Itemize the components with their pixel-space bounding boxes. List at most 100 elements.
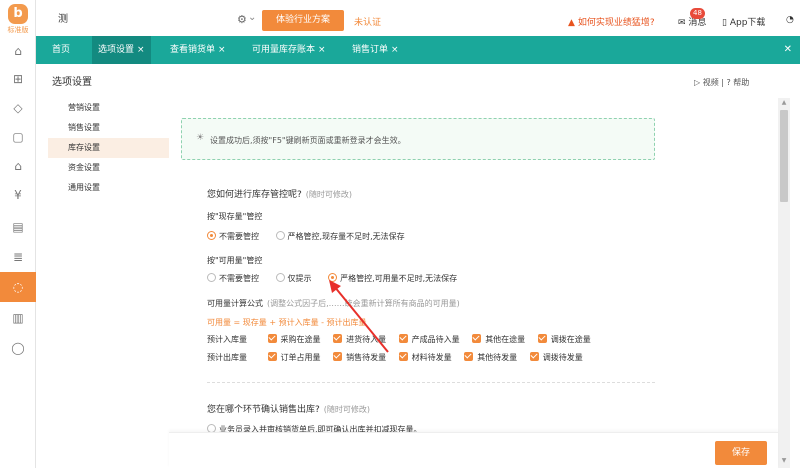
close-all-tabs-icon[interactable]: ✕	[784, 36, 792, 64]
formula-hint: (调整公式因子后,……统会重新计算所有商品的可用量)	[267, 299, 460, 308]
outbound-option[interactable]: 其他待发量	[464, 352, 517, 363]
section-divider	[207, 382, 655, 383]
nav-sales-settings[interactable]: 销售设置	[48, 118, 169, 138]
tab-label: 销售订单	[352, 45, 389, 55]
settings-content: ☀ 设置成功后,须按"F5"键刷新页面或重新登录才会生效。 您如何进行库存管控呢…	[169, 98, 777, 468]
play-icon[interactable]: ▷	[694, 78, 703, 87]
radio-selected[interactable]	[207, 231, 216, 240]
available-option-strict[interactable]: 严格管控,可用量不足时,无法保存	[328, 273, 457, 284]
inbound-option[interactable]: 进货待入量	[333, 334, 386, 345]
tab-sales-order[interactable]: 销售订单 ×	[346, 36, 405, 64]
inbound-option[interactable]: 产成品待入量	[398, 334, 460, 345]
question-text: 您在哪个环节确认销售出库?	[207, 405, 320, 415]
checkbox-checked[interactable]	[537, 334, 547, 343]
close-icon[interactable]: ×	[391, 45, 399, 55]
messages-label: 消息	[688, 18, 707, 28]
radio-unselected[interactable]	[275, 273, 285, 282]
inbound-option[interactable]: 采购在途量	[267, 334, 321, 345]
money-icon[interactable]: ¥	[0, 180, 36, 210]
radio-selected[interactable]	[328, 273, 338, 282]
option-label: 调拨待发量	[542, 353, 583, 362]
tab-home[interactable]: 首页	[46, 36, 76, 64]
scroll-down-icon[interactable]: ▼	[778, 456, 790, 466]
bag-icon[interactable]: ▢	[0, 122, 36, 152]
clipboard-icon[interactable]: ▤	[0, 212, 36, 242]
help-link[interactable]: 帮助	[733, 78, 749, 87]
close-icon[interactable]: ×	[318, 45, 326, 55]
outbound-row: 预计出库量 订单占用量 销售待发量 材料待发量 其他待发量 调拨待发量	[207, 352, 593, 363]
inbound-option[interactable]: 其他在途量	[472, 334, 525, 345]
uncertified-link[interactable]: 未认证	[354, 15, 381, 28]
tab-label: 选项设置	[98, 45, 135, 55]
nav-funds-settings[interactable]: 资金设置	[48, 158, 169, 178]
tab-view-sales-delivery[interactable]: 查看销货单 ×	[164, 36, 232, 64]
home-icon[interactable]: ⌂	[0, 36, 36, 66]
scroll-up-icon[interactable]: ▲	[778, 98, 790, 108]
onhand-option-none[interactable]: 不需要管控	[207, 231, 259, 242]
video-link[interactable]: 视频	[703, 78, 719, 87]
option-label: 其他待发量	[477, 353, 518, 362]
inbound-option[interactable]: 调拨在途量	[537, 334, 591, 345]
nav-marketing-settings[interactable]: 营销设置	[48, 98, 169, 118]
checkbox-checked[interactable]	[333, 334, 343, 343]
option-label: 严格管控,现存量不足时,无法保存	[287, 232, 405, 241]
option-label: 产成品待入量	[411, 335, 460, 344]
question-hint: (随时可修改)	[323, 405, 371, 414]
report-icon[interactable]: ≣	[0, 242, 36, 272]
checkbox-checked[interactable]	[267, 334, 277, 343]
stock-control-question: 您如何进行库存管控呢? (随时可修改)	[207, 187, 352, 200]
chat-icon[interactable]: ◯	[0, 333, 36, 363]
close-icon[interactable]: ×	[218, 45, 226, 55]
radio-unselected[interactable]	[207, 273, 216, 282]
onhand-option-strict[interactable]: 严格管控,现存量不足时,无法保存	[275, 231, 405, 242]
formula-text: 可用量 = 现存量 + 预计入库量 - 预计出库量	[207, 318, 367, 327]
checkbox-checked[interactable]	[464, 352, 474, 361]
tab-label: 首页	[52, 45, 71, 55]
warehouse-icon[interactable]: ⌂	[0, 151, 36, 181]
mail-icon: ✉	[678, 18, 689, 28]
app-download-button[interactable]: ▯ App下载	[722, 15, 765, 28]
inbound-row: 预计入库量 采购在途量 进货待入量 产成品待入量 其他在途量 调拨在途量	[207, 334, 601, 345]
outbound-option[interactable]: 调拨待发量	[529, 352, 583, 363]
inbound-label: 预计入库量	[207, 335, 247, 344]
company-selector[interactable]: 测	[58, 10, 250, 28]
option-label: 严格管控,可用量不足时,无法保存	[340, 274, 458, 283]
close-icon[interactable]: ×	[137, 45, 145, 55]
checkbox-checked[interactable]	[333, 352, 343, 361]
gear-icon[interactable]: ⚙	[237, 13, 247, 26]
trial-industry-button[interactable]: 体验行业方案	[262, 10, 344, 31]
scroll-thumb[interactable]	[780, 110, 788, 202]
document-icon[interactable]: ▥	[0, 303, 36, 333]
available-option-none[interactable]: 不需要管控	[207, 273, 259, 284]
option-label: 不需要管控	[219, 232, 259, 241]
option-label: 材料待发量	[411, 353, 452, 362]
available-option-prompt[interactable]: 仅提示	[275, 273, 312, 284]
question-hint: (随时可修改)	[305, 190, 353, 199]
chevron-down-icon[interactable]: ⌄	[248, 12, 256, 23]
radio-unselected[interactable]	[275, 231, 285, 240]
outbound-option[interactable]: 销售待发量	[333, 352, 386, 363]
formula-heading: 可用量计算公式 (调整公式因子后,……统会重新计算所有商品的可用量)	[207, 298, 460, 309]
option-label: 调拨在途量	[550, 335, 591, 344]
checkbox-checked[interactable]	[529, 352, 539, 361]
tag-icon[interactable]: ◇	[0, 93, 36, 123]
nav-inventory-settings[interactable]: 库存设置	[48, 138, 169, 158]
save-button[interactable]: 保存	[715, 441, 767, 465]
checkbox-checked[interactable]	[398, 352, 408, 361]
gift-icon[interactable]: ⊞	[0, 64, 36, 94]
tab-available-stock-ledger[interactable]: 可用量库存账本 ×	[246, 36, 332, 64]
settings-icon[interactable]: ◌	[0, 272, 36, 302]
tab-options-settings[interactable]: 选项设置 ×	[92, 36, 151, 64]
promo-link[interactable]: ▲ 如何实现业绩猛增?	[568, 15, 655, 28]
checkbox-checked[interactable]	[398, 334, 408, 343]
brand-logo[interactable]: b 标准版	[4, 4, 32, 34]
checkbox-checked[interactable]	[472, 334, 482, 343]
outbound-option[interactable]: 材料待发量	[398, 352, 452, 363]
outbound-option[interactable]: 订单占用量	[267, 352, 321, 363]
content-scrollbar[interactable]: ▲ ▼	[778, 98, 790, 468]
nav-general-settings[interactable]: 通用设置	[48, 178, 169, 198]
checkbox-checked[interactable]	[267, 352, 277, 361]
user-menu-icon[interactable]: ◔	[786, 15, 794, 25]
onhand-control-title: 按"现存量"管控	[207, 212, 263, 221]
bell-icon: ▲	[568, 18, 575, 28]
